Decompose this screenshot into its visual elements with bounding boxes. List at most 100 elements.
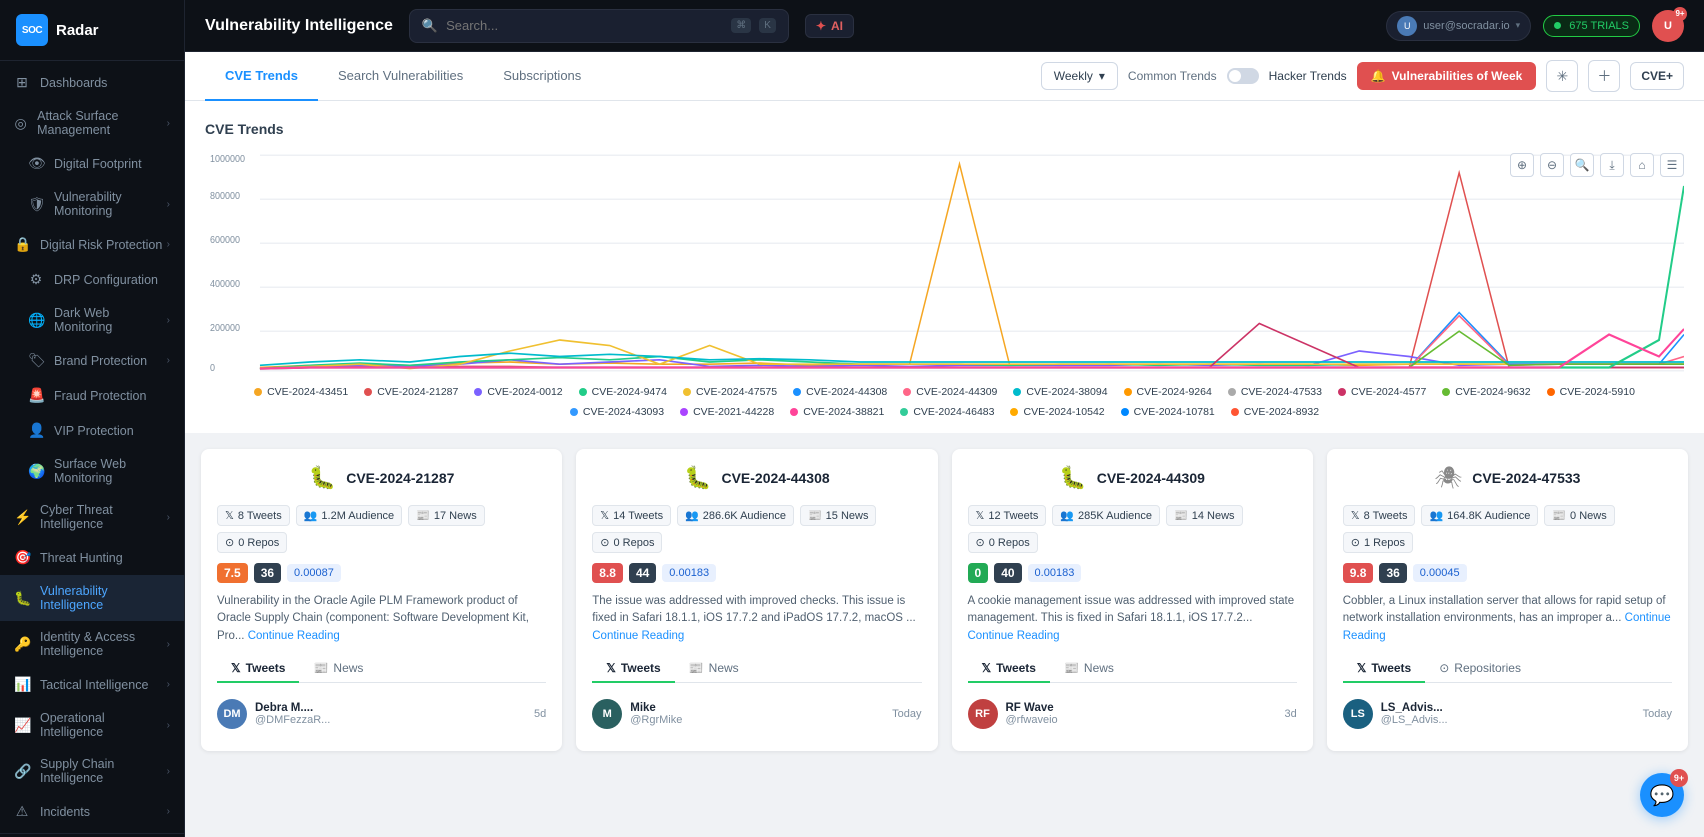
cve-plus-button[interactable]: CVE+ xyxy=(1630,62,1684,90)
bug-icon: 🐛 xyxy=(309,465,336,491)
zoom-fit-button[interactable]: 🔍 xyxy=(1570,153,1594,177)
ai-button[interactable]: ✦ AI xyxy=(805,14,854,38)
drp-config-icon: ⚙ xyxy=(28,271,44,288)
sidebar-item-incidents[interactable]: ⚠Incidents › xyxy=(0,794,184,829)
news-tab-icon: 📰 xyxy=(313,661,328,675)
chat-button[interactable]: 💬 9+ xyxy=(1640,773,1684,817)
download-button[interactable]: ⤓ xyxy=(1600,153,1624,177)
card-header: 🐛 CVE-2024-44308 xyxy=(592,465,921,491)
cve-title: CVE-2024-47533 xyxy=(1472,470,1580,486)
sidebar-item-dark-web[interactable]: 🌐Dark Web Monitoring › xyxy=(0,297,184,343)
menu-icon: ☰ xyxy=(1667,158,1678,172)
tab-cve-trends[interactable]: CVE Trends xyxy=(205,52,318,101)
card-tab-tweets[interactable]: 𝕏 Tweets xyxy=(217,655,299,683)
sidebar-item-supply-chain[interactable]: 🔗Supply Chain Intelligence › xyxy=(0,748,184,794)
card-tab-news[interactable]: 📰 News xyxy=(299,655,377,683)
news-tab-icon: 📰 xyxy=(1064,661,1079,675)
home-button[interactable]: ⌂ xyxy=(1630,153,1654,177)
sidebar-item-dashboards[interactable]: ⊞Dashboards xyxy=(0,65,184,100)
sidebar-item-surface-web[interactable]: 🌍Surface Web Monitoring xyxy=(0,448,184,494)
epss-score: 40 xyxy=(994,563,1021,583)
tweet-info: Mike @RgrMike xyxy=(630,702,682,726)
chart-controls: ⊕ ⊖ 🔍 ⤓ ⌂ ☰ xyxy=(1510,153,1684,177)
audience-icon: 👥 xyxy=(1429,509,1443,522)
add-button[interactable]: ＋ xyxy=(1588,60,1620,92)
zoom-in-button[interactable]: ⊕ xyxy=(1510,153,1534,177)
sidebar-item-label: Surface Web Monitoring xyxy=(54,457,170,485)
search-bar[interactable]: 🔍 ⌘ K xyxy=(409,9,789,43)
card-tab-news[interactable]: 📰 News xyxy=(1050,655,1128,683)
sidebar-item-drp-config[interactable]: ⚙ DRP Configuration xyxy=(0,262,184,297)
zoom-out-icon: ⊖ xyxy=(1547,158,1557,172)
card-tab-tweets[interactable]: 𝕏 Tweets xyxy=(1343,655,1425,683)
zoom-fit-icon: 🔍 xyxy=(1575,158,1590,172)
weekly-dropdown[interactable]: Weekly ▾ xyxy=(1041,62,1118,90)
search-kbd2: K xyxy=(759,18,776,33)
user-chip[interactable]: U user@socradar.io ▾ xyxy=(1386,11,1531,41)
sidebar-item-digital-footprint[interactable]: 👁Digital Footprint xyxy=(0,146,184,181)
audience-icon: 👥 xyxy=(304,509,318,522)
sidebar-item-label: DRP Configuration xyxy=(54,273,158,287)
sidebar-item-identity-access[interactable]: 🔑Identity & Access Intelligence › xyxy=(0,621,184,667)
sidebar-item-vuln-monitoring[interactable]: 🛡Vulnerability Monitoring › xyxy=(0,181,184,227)
chevron-icon: › xyxy=(167,806,170,817)
read-more-link[interactable]: Continue Reading xyxy=(592,630,684,642)
card-tab-tweets[interactable]: 𝕏 Tweets xyxy=(592,655,674,683)
tweets-stat: 𝕏14 Tweets xyxy=(592,505,671,526)
spider-icon: 🕷 xyxy=(1434,465,1462,491)
vulnerabilities-of-week-button[interactable]: 🔔 Vulnerabilities of Week xyxy=(1357,62,1537,90)
svg-text:400000: 400000 xyxy=(210,279,240,291)
user-avatar[interactable]: U 9+ xyxy=(1652,10,1684,42)
bug-icon: 🐛 xyxy=(684,465,711,491)
sidebar-item-operational-intel[interactable]: 📈Operational Intelligence › xyxy=(0,702,184,748)
sidebar-item-threat-hunting[interactable]: 🎯Threat Hunting xyxy=(0,540,184,575)
sidebar-logo: SOC Radar xyxy=(0,0,184,61)
sidebar-item-label: Tactical Intelligence xyxy=(40,678,148,692)
cvss-score: 7.5 xyxy=(217,563,248,583)
cve-card-47533: 🕷 CVE-2024-47533 𝕏8 Tweets 👥164.8K Audie… xyxy=(1327,449,1688,751)
zoom-out-button[interactable]: ⊖ xyxy=(1540,153,1564,177)
card-description: Vulnerability in the Oracle Agile PLM Fr… xyxy=(217,593,546,645)
sidebar-item-attack-surface[interactable]: ◎Attack Surface Management › xyxy=(0,100,184,146)
sidebar-item-vip-protection[interactable]: 👤VIP Protection xyxy=(0,413,184,448)
github-icon: ⊙ xyxy=(600,536,609,549)
sidebar-item-vulnerability-intel[interactable]: 🐛Vulnerability Intelligence xyxy=(0,575,184,621)
card-tab-tweets[interactable]: 𝕏 Tweets xyxy=(968,655,1050,683)
sunburst-button[interactable]: ✳ xyxy=(1546,60,1578,92)
sidebar-item-cyber-threat[interactable]: ⚡Cyber Threat Intelligence › xyxy=(0,494,184,540)
status-label: 675 TRIALS xyxy=(1569,20,1629,32)
read-more-link[interactable]: Continue Reading xyxy=(968,630,1060,642)
read-more-link[interactable]: Continue Reading xyxy=(248,630,340,642)
tweet-row: RF RF Wave @rfwaveio 3d xyxy=(968,693,1297,735)
card-tab-repos[interactable]: ⊙ Repositories xyxy=(1425,655,1535,683)
legend-dot xyxy=(570,408,578,416)
cve-card-21287: 🐛 CVE-2024-21287 𝕏8 Tweets 👥1.2M Audienc… xyxy=(201,449,562,751)
card-tab-news[interactable]: 📰 News xyxy=(675,655,753,683)
hacker-trends-toggle[interactable] xyxy=(1227,68,1259,84)
bell-icon: 🔔 xyxy=(1371,69,1386,83)
sidebar-item-tactical-intel[interactable]: 📊Tactical Intelligence › xyxy=(0,667,184,702)
sidebar-item-label: Vulnerability Monitoring xyxy=(54,190,167,218)
repos-stat: ⊙1 Repos xyxy=(1343,532,1413,553)
main-content: Vulnerability Intelligence 🔍 ⌘ K ✦ AI U … xyxy=(185,0,1704,837)
topbar-right: U user@socradar.io ▾ 675 TRIALS U 9+ xyxy=(1386,10,1684,42)
news-stat: 📰14 News xyxy=(1166,505,1243,526)
news-icon: 📰 xyxy=(808,509,822,522)
sidebar-item-label: Digital Footprint xyxy=(54,157,142,171)
sidebar-item-digital-risk[interactable]: 🔒Digital Risk Protection › xyxy=(0,227,184,262)
sidebar-item-fraud-protection[interactable]: 🚨Fraud Protection xyxy=(0,378,184,413)
cvss-small: 0.00045 xyxy=(1413,564,1467,582)
x-icon: 𝕏 xyxy=(225,509,234,522)
cve-title: CVE-2024-44308 xyxy=(721,470,829,486)
cve-card-44309: 🐛 CVE-2024-44309 𝕏12 Tweets 👥285K Audien… xyxy=(952,449,1313,751)
card-stats: 𝕏14 Tweets 👥286.6K Audience 📰15 News ⊙0 … xyxy=(592,505,921,553)
news-icon: 📰 xyxy=(1174,509,1188,522)
sidebar-item-brand-protection[interactable]: 🏷Brand Protection › xyxy=(0,343,184,378)
search-input[interactable] xyxy=(446,18,723,33)
card-header: 🐛 CVE-2024-44309 xyxy=(968,465,1297,491)
tweet-username: Mike xyxy=(630,702,682,714)
cve-trends-chart: 0 200000 400000 600000 800000 1000000 xyxy=(205,153,1684,373)
tab-subscriptions[interactable]: Subscriptions xyxy=(483,52,601,101)
menu-button[interactable]: ☰ xyxy=(1660,153,1684,177)
tab-search-vulnerabilities[interactable]: Search Vulnerabilities xyxy=(318,52,483,101)
